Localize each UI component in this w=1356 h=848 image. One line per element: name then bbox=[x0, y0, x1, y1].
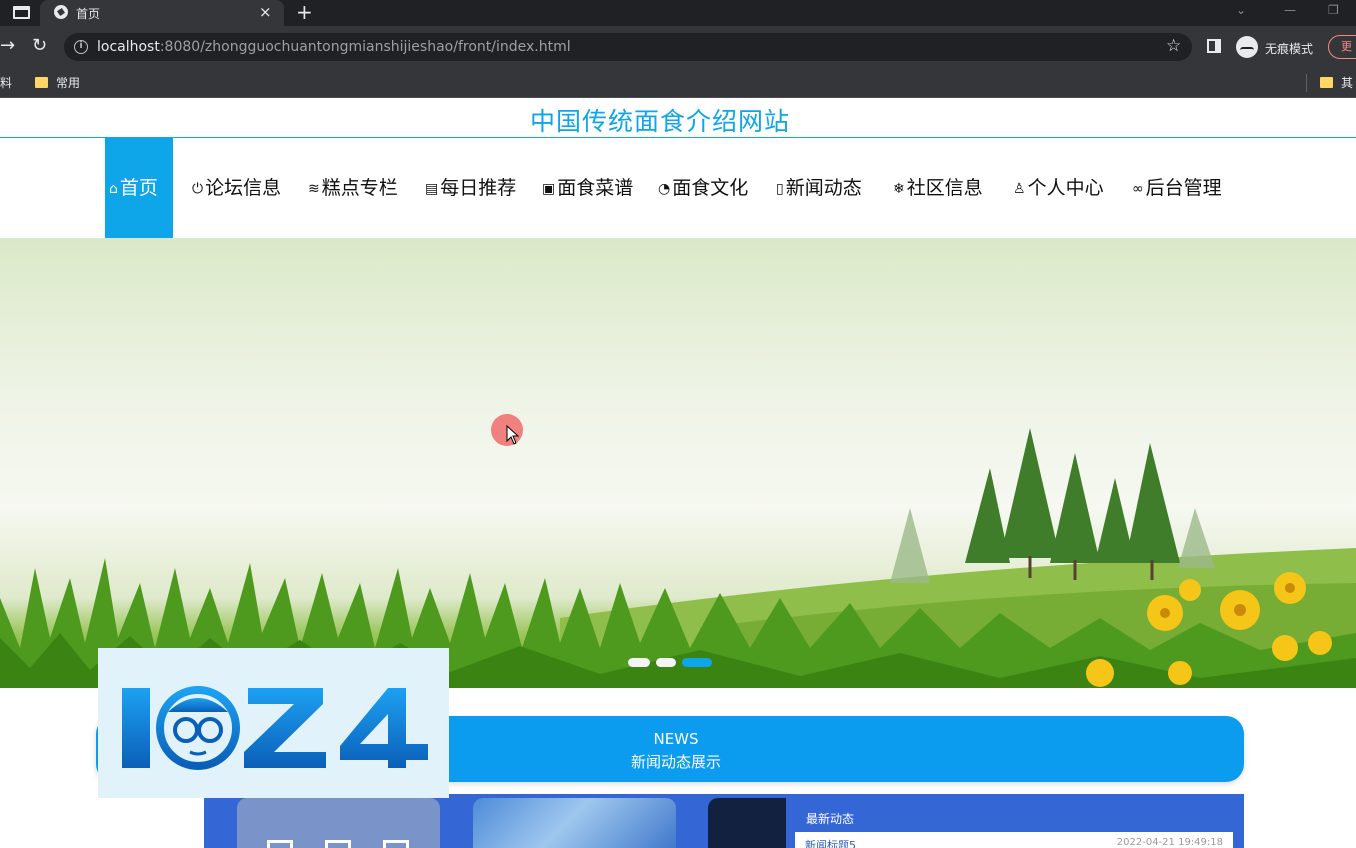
thumbnail-shape bbox=[267, 840, 293, 848]
home-icon: ⌂ bbox=[109, 181, 118, 197]
restore-button[interactable]: ❐ bbox=[1328, 3, 1339, 17]
watermark-logo bbox=[98, 648, 449, 798]
menu-label: 后台管理 bbox=[1145, 177, 1222, 199]
info-icon[interactable]: i bbox=[74, 40, 88, 54]
menu-item-news[interactable]: ▯ 新闻动态 bbox=[776, 138, 862, 238]
menu-label: 首页 bbox=[119, 177, 158, 199]
address-bar[interactable]: i localhost:8080/zhongguochuantongmiansh… bbox=[64, 33, 1192, 61]
window-menu-icon[interactable] bbox=[13, 6, 30, 19]
dashboard-icon: ◔ bbox=[658, 181, 671, 197]
incognito-label[interactable]: 无痕模式 bbox=[1265, 40, 1313, 57]
browser-tab-bar: 首页 × + ⌄ — ❐ bbox=[0, 0, 1356, 26]
close-icon[interactable]: × bbox=[259, 3, 272, 21]
menu-label: 每日推荐 bbox=[440, 177, 517, 199]
tab-search-icon[interactable]: ⌄ bbox=[1236, 3, 1246, 17]
power-icon: ⏻ bbox=[192, 181, 204, 197]
news-item-title[interactable]: 新闻标题5 bbox=[805, 837, 856, 848]
news-icon: ▯ bbox=[776, 181, 784, 197]
bookmark-folder[interactable]: 常用 bbox=[35, 74, 80, 91]
latest-news-title: 最新动态 bbox=[806, 812, 855, 826]
menu-label: 新闻动态 bbox=[785, 177, 862, 199]
carousel-dot[interactable] bbox=[628, 658, 650, 667]
minimize-button[interactable]: — bbox=[1284, 3, 1296, 17]
new-tab-button[interactable]: + bbox=[296, 1, 313, 23]
bookmark-label: 资料 bbox=[0, 76, 13, 90]
folder-icon bbox=[1320, 77, 1333, 88]
thumbnail-shape bbox=[325, 840, 351, 848]
menu-item-daily[interactable]: ▤ 每日推荐 bbox=[425, 138, 516, 238]
tab-title: 首页 bbox=[76, 7, 101, 21]
menu-label: 个人中心 bbox=[1027, 177, 1104, 199]
bookmarks-bar: 资料 常用 其 bbox=[0, 68, 1356, 98]
globe-icon bbox=[54, 5, 68, 19]
carousel-dot-active[interactable] bbox=[682, 658, 712, 667]
menu-item-community[interactable]: ❄ 社区信息 bbox=[893, 138, 983, 238]
news-thumbnail[interactable] bbox=[708, 798, 786, 848]
bookmark-item[interactable]: 资料 bbox=[0, 74, 12, 91]
calendar-icon: ▤ bbox=[425, 181, 439, 197]
side-panel-icon[interactable] bbox=[1207, 39, 1221, 53]
menu-label: 论坛信息 bbox=[205, 177, 282, 199]
url-path: :8080/zhongguochuantongmianshijieshao/fr… bbox=[159, 39, 571, 55]
menu-item-recipes[interactable]: ▣ 面食菜谱 bbox=[542, 138, 633, 238]
banner-scenery bbox=[0, 428, 1356, 688]
snowflake-icon: ❄ bbox=[893, 181, 905, 197]
link-icon: ∞ bbox=[1132, 181, 1144, 197]
menu-label: 面食文化 bbox=[672, 177, 749, 199]
bookmark-label: 常用 bbox=[56, 76, 81, 90]
carousel-indicators bbox=[628, 658, 718, 670]
layers-icon: ≋ bbox=[308, 181, 320, 197]
incognito-icon[interactable] bbox=[1236, 36, 1258, 58]
bookmark-folder-other[interactable]: 其 bbox=[1320, 74, 1353, 91]
arrow-right-icon[interactable]: → bbox=[0, 36, 15, 56]
grid-icon: ▣ bbox=[542, 181, 556, 197]
bookmark-separator bbox=[1306, 74, 1307, 92]
thumbnail-shape bbox=[383, 840, 409, 848]
user-icon: ♙ bbox=[1013, 181, 1026, 197]
mouse-cursor-icon bbox=[506, 425, 520, 445]
main-menu: ⌂ 首页 ⏻ 论坛信息 ≋ 糕点专栏 ▤ 每日推荐 ▣ 面食菜谱 ◔ 面食文化 ▯ 新闻动态 … bbox=[0, 138, 1356, 238]
news-thumbnail[interactable] bbox=[237, 798, 440, 848]
bookmark-label: 其 bbox=[1341, 76, 1354, 90]
menu-label: 社区信息 bbox=[906, 177, 983, 199]
url-host: localhost bbox=[97, 39, 160, 55]
menu-item-profile[interactable]: ♙ 个人中心 bbox=[1013, 138, 1104, 238]
star-icon[interactable]: ☆ bbox=[1166, 36, 1181, 56]
menu-item-home[interactable]: ⌂ 首页 bbox=[105, 138, 173, 238]
news-item-time: 2022-04-21 19:49:18 bbox=[1116, 837, 1223, 848]
menu-item-culture[interactable]: ◔ 面食文化 bbox=[658, 138, 748, 238]
site-title: 中国传统面食介绍网站 bbox=[529, 107, 790, 136]
menu-item-admin[interactable]: ∞ 后台管理 bbox=[1132, 138, 1222, 238]
news-side-card bbox=[100, 798, 204, 848]
hero-carousel[interactable] bbox=[0, 238, 1356, 688]
news-thumbnail[interactable] bbox=[473, 798, 676, 848]
browser-toolbar: → ↻ i localhost:8080/zhongguochuantongmi… bbox=[0, 26, 1356, 68]
ioz4-logo-icon bbox=[122, 686, 428, 770]
menu-label: 糕点专栏 bbox=[321, 177, 398, 199]
latest-news-item[interactable]: 新闻标题5 2022-04-21 19:49:18 bbox=[795, 832, 1233, 848]
url-text[interactable]: localhost:8080/zhongguochuantongmianshij… bbox=[97, 39, 571, 55]
carousel-dot[interactable] bbox=[656, 658, 676, 667]
reload-icon[interactable]: ↻ bbox=[32, 36, 47, 56]
browser-tab-active[interactable]: 首页 × bbox=[40, 0, 284, 26]
menu-item-pastry[interactable]: ≋ 糕点专栏 bbox=[308, 138, 398, 238]
folder-icon bbox=[35, 77, 48, 88]
web-page: 中国传统面食介绍网站 ⌂ 首页 ⏻ 论坛信息 ≋ 糕点专栏 ▤ 每日推荐 ▣ 面食菜谱 ◔… bbox=[0, 98, 1356, 848]
update-button[interactable]: 更 bbox=[1328, 35, 1356, 59]
menu-item-forum[interactable]: ⏻ 论坛信息 bbox=[192, 138, 281, 238]
menu-label: 面食菜谱 bbox=[557, 177, 634, 199]
